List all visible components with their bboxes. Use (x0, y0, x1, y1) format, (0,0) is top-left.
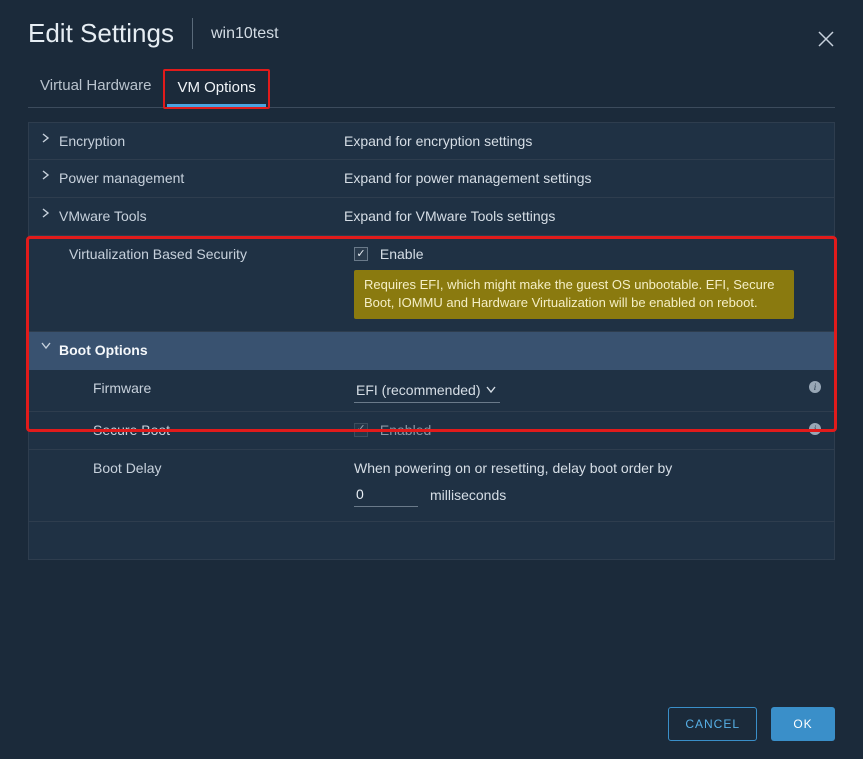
vm-name: win10test (193, 25, 279, 43)
row-label: Encryption (59, 131, 344, 149)
chevron-right-icon (39, 168, 53, 180)
info-icon[interactable]: i (808, 380, 822, 394)
row-virtualization-based-security: Virtualization Based Security Enable Req… (28, 236, 835, 332)
row-secure-boot: Secure Boot Enabled i (28, 412, 835, 450)
row-encryption[interactable]: Encryption Expand for encryption setting… (28, 122, 835, 160)
chevron-down-icon (486, 385, 496, 395)
row-label: Firmware (69, 378, 354, 396)
row-boot-delay: Boot Delay When powering on or resetting… (28, 450, 835, 522)
highlight-tab-vm-options: VM Options (163, 69, 269, 109)
row-label: Boot Options (59, 340, 344, 358)
ok-button[interactable]: OK (771, 707, 835, 741)
dialog-footer: CANCEL OK (668, 707, 835, 741)
boot-delay-desc: When powering on or resetting, delay boo… (354, 460, 824, 476)
row-label: Virtualization Based Security (69, 244, 354, 262)
row-value: EFI (recommended) (354, 378, 824, 403)
row-label: VMware Tools (59, 206, 344, 224)
row-desc: Expand for VMware Tools settings (344, 206, 824, 224)
dialog-title: Edit Settings (28, 18, 193, 49)
boot-delay-unit: milliseconds (430, 487, 506, 503)
select-value: EFI (recommended) (356, 382, 480, 398)
boot-delay-input[interactable] (354, 484, 418, 507)
settings-panel: Encryption Expand for encryption setting… (28, 122, 835, 560)
row-firmware: Firmware EFI (recommended) i (28, 370, 835, 412)
checkbox-label: Enabled (380, 422, 431, 438)
chevron-down-icon (39, 340, 53, 350)
row-label: Secure Boot (69, 420, 354, 438)
tab-virtual-hardware[interactable]: Virtual Hardware (28, 69, 163, 107)
tab-vm-options[interactable]: VM Options (167, 73, 265, 107)
row-value: Enabled (354, 420, 824, 438)
close-icon[interactable] (817, 30, 835, 48)
info-icon[interactable]: i (808, 422, 822, 436)
chevron-right-icon (39, 131, 53, 143)
row-value: When powering on or resetting, delay boo… (354, 458, 824, 507)
vbs-enable-checkbox[interactable] (354, 247, 368, 261)
secure-boot-checkbox (354, 423, 368, 437)
row-label: Boot Delay (69, 458, 354, 476)
row-value: Enable Requires EFI, which might make th… (354, 244, 824, 319)
row-desc: Expand for encryption settings (344, 131, 824, 149)
chevron-right-icon (39, 206, 53, 218)
row-label: Power management (59, 168, 344, 186)
row-partial (28, 522, 835, 560)
vbs-warning: Requires EFI, which might make the guest… (354, 270, 794, 318)
row-power-management[interactable]: Power management Expand for power manage… (28, 160, 835, 198)
row-boot-options[interactable]: Boot Options (28, 332, 835, 370)
edit-settings-dialog: Edit Settings win10test Virtual Hardware… (0, 0, 863, 759)
dialog-header: Edit Settings win10test (0, 0, 863, 59)
firmware-select[interactable]: EFI (recommended) (354, 380, 500, 403)
cancel-button[interactable]: CANCEL (668, 707, 757, 741)
checkbox-label: Enable (380, 246, 424, 262)
tabs: Virtual Hardware VM Options (28, 69, 835, 108)
row-vmware-tools[interactable]: VMware Tools Expand for VMware Tools set… (28, 198, 835, 236)
row-desc: Expand for power management settings (344, 168, 824, 186)
